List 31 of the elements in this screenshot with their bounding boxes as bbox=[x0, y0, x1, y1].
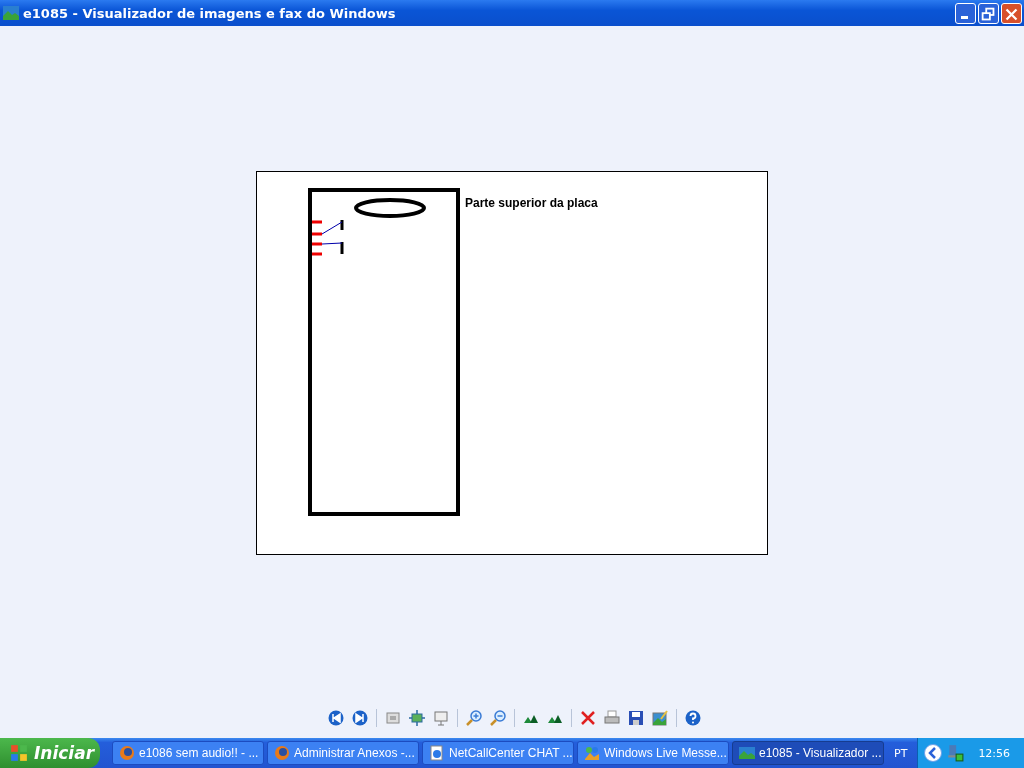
taskbar-button[interactable]: Administrar Anexos -... bbox=[267, 741, 419, 765]
picture-viewer-icon bbox=[3, 5, 19, 21]
next-icon[interactable] bbox=[351, 710, 368, 726]
taskbar-button[interactable]: NetCallCenter CHAT ... bbox=[422, 741, 574, 765]
window-title: e1085 - Visualizador de imagens e fax do Windows bbox=[23, 5, 397, 21]
taskbar-button[interactable]: Windows Live Messe... bbox=[577, 741, 729, 765]
print-icon[interactable] bbox=[603, 710, 620, 726]
edit-icon[interactable] bbox=[651, 710, 668, 726]
taskbar-button[interactable]: e1086 sem audio!! - ... bbox=[112, 741, 264, 765]
minimize-button[interactable] bbox=[955, 2, 976, 24]
language-indicator[interactable]: PT bbox=[894, 746, 908, 760]
taskbar-button[interactable]: e1085 - Visualizador ... bbox=[732, 741, 884, 765]
clock: 12:56 bbox=[978, 746, 1011, 760]
landscape-icon bbox=[739, 745, 755, 761]
people-icon bbox=[584, 745, 600, 761]
actual-size-icon[interactable] bbox=[408, 710, 425, 726]
minimize-icon bbox=[961, 15, 968, 19]
show-hidden-icons-button[interactable] bbox=[924, 744, 943, 762]
save-icon[interactable] bbox=[627, 710, 644, 726]
zoom-in-icon[interactable] bbox=[465, 710, 482, 726]
start-button[interactable]: Iniciar bbox=[0, 738, 100, 768]
close-button[interactable] bbox=[1001, 2, 1022, 24]
restore-button[interactable] bbox=[978, 2, 999, 24]
delete-icon[interactable] bbox=[579, 710, 596, 726]
previous-icon[interactable] bbox=[327, 710, 344, 726]
document-icon bbox=[429, 745, 445, 761]
slideshow-icon[interactable] bbox=[432, 710, 449, 726]
help-icon[interactable] bbox=[684, 710, 701, 726]
zoom-out-icon[interactable] bbox=[489, 710, 506, 726]
windows-flag-icon bbox=[10, 744, 28, 762]
image-caption: Parte superior da placa bbox=[465, 196, 598, 210]
